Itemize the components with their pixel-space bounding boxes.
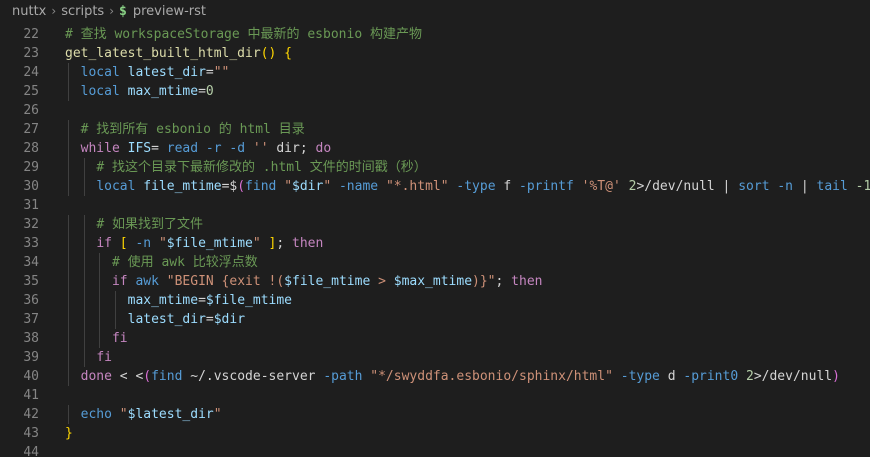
line-number: 42 <box>23 407 39 422</box>
code-area[interactable]: 22 # 查找 workspaceStorage 中最新的 esbonio 构建产… <box>0 25 870 457</box>
code-line[interactable]: 23 get_latest_built_html_dir() { <box>0 44 870 63</box>
line-number: 39 <box>23 350 39 365</box>
breadcrumb-item-scripts[interactable]: scripts <box>61 4 104 19</box>
code-line[interactable]: 30 local file_mtime=$(find "$dir" -name … <box>0 177 870 196</box>
line-number: 37 <box>23 312 39 327</box>
line-number: 31 <box>23 198 39 213</box>
line-number: 24 <box>23 65 39 80</box>
code-line[interactable]: 26 <box>0 101 870 120</box>
breadcrumb-item-nuttx[interactable]: nuttx <box>12 4 46 19</box>
code-text: echo "$latest_dir" <box>80 407 222 422</box>
code-line[interactable]: 38 fi <box>0 329 870 348</box>
line-number: 33 <box>23 236 39 251</box>
code-line[interactable]: 42 echo "$latest_dir" <box>0 405 870 424</box>
code-text: fi <box>96 350 112 365</box>
code-line[interactable]: 37 latest_dir=$dir <box>0 310 870 329</box>
code-text: if awk "BEGIN {exit !($file_mtime > $max… <box>111 274 543 289</box>
line-number: 25 <box>23 84 39 99</box>
breadcrumb: nuttx › scripts › $ preview-rst <box>0 0 870 22</box>
code-text: local file_mtime=$(find "$dir" -name "*.… <box>96 179 870 194</box>
code-text: # 查找 workspaceStorage 中最新的 esbonio 构建产物 <box>65 27 422 42</box>
line-number: 35 <box>23 274 39 289</box>
code-line[interactable]: 40 done < <(find ~/.vscode-server -path … <box>0 367 870 386</box>
line-number: 34 <box>23 255 39 270</box>
line-number: 38 <box>23 331 39 346</box>
code-text: get_latest_built_html_dir() { <box>65 46 292 61</box>
code-line[interactable]: 28 while IFS= read -r -d '' dir; do <box>0 139 870 158</box>
code-text: # 使用 awk 比较浮点数 <box>111 255 258 270</box>
code-text: if [ -n "$file_mtime" ]; then <box>96 236 324 251</box>
chevron-right-icon: › <box>51 4 57 18</box>
code-text: latest_dir=$dir <box>127 312 246 327</box>
line-number: 30 <box>23 179 39 194</box>
code-text: while IFS= read -r -d '' dir; do <box>80 141 332 156</box>
code-text: # 如果找到了文件 <box>96 217 203 232</box>
breadcrumb-item-file[interactable]: preview-rst <box>133 4 206 19</box>
code-line[interactable]: 39 fi <box>0 348 870 367</box>
code-line[interactable]: 34 # 使用 awk 比较浮点数 <box>0 253 870 272</box>
code-text: fi <box>111 331 128 346</box>
code-text: # 找这个目录下最新修改的 .html 文件的时间戳（秒） <box>96 160 427 175</box>
code-text: max_mtime=$file_mtime <box>127 293 292 308</box>
code-line[interactable]: 35 if awk "BEGIN {exit !($file_mtime > $… <box>0 272 870 291</box>
code-line[interactable]: 33 if [ -n "$file_mtime" ]; then <box>0 234 870 253</box>
code-text: done < <(find ~/.vscode-server -path "*/… <box>80 369 840 384</box>
code-line[interactable]: 27 # 找到所有 esbonio 的 html 目录 <box>0 120 870 139</box>
line-number: 29 <box>23 160 39 175</box>
code-line[interactable]: 44 <box>0 443 870 457</box>
code-line[interactable]: 25 local max_mtime=0 <box>0 82 870 101</box>
code-line[interactable]: 43} <box>0 424 870 443</box>
line-number: 43 <box>23 426 39 441</box>
shell-file-icon: $ <box>119 3 127 19</box>
line-number: 32 <box>23 217 39 232</box>
line-number: 28 <box>23 141 39 156</box>
code-line[interactable]: 41 <box>0 386 870 405</box>
code-line[interactable]: 24 local latest_dir="" <box>0 63 870 82</box>
code-line[interactable]: 22 # 查找 workspaceStorage 中最新的 esbonio 构建产… <box>0 25 870 44</box>
line-number: 44 <box>23 445 39 457</box>
code-line[interactable]: 31 <box>0 196 870 215</box>
code-editor[interactable]: nuttx › scripts › $ preview-rst 22 # 查找 w… <box>0 0 870 457</box>
code-line[interactable]: 36 max_mtime=$file_mtime <box>0 291 870 310</box>
code-text: # 找到所有 esbonio 的 html 目录 <box>80 122 305 137</box>
chevron-right-icon: › <box>109 4 114 18</box>
line-number: 36 <box>23 293 39 308</box>
line-number: 26 <box>23 103 39 118</box>
code-text: } <box>65 426 73 441</box>
code-line[interactable]: 29 # 找这个目录下最新修改的 .html 文件的时间戳（秒） <box>0 158 870 177</box>
line-number: 23 <box>23 46 39 61</box>
line-number: 22 <box>23 27 39 42</box>
code-text: local latest_dir="" <box>80 65 230 80</box>
code-text: local max_mtime=0 <box>80 84 214 99</box>
code-line[interactable]: 32 # 如果找到了文件 <box>0 215 870 234</box>
line-number: 27 <box>23 122 39 137</box>
line-number: 40 <box>23 369 39 384</box>
line-number: 41 <box>23 388 39 403</box>
